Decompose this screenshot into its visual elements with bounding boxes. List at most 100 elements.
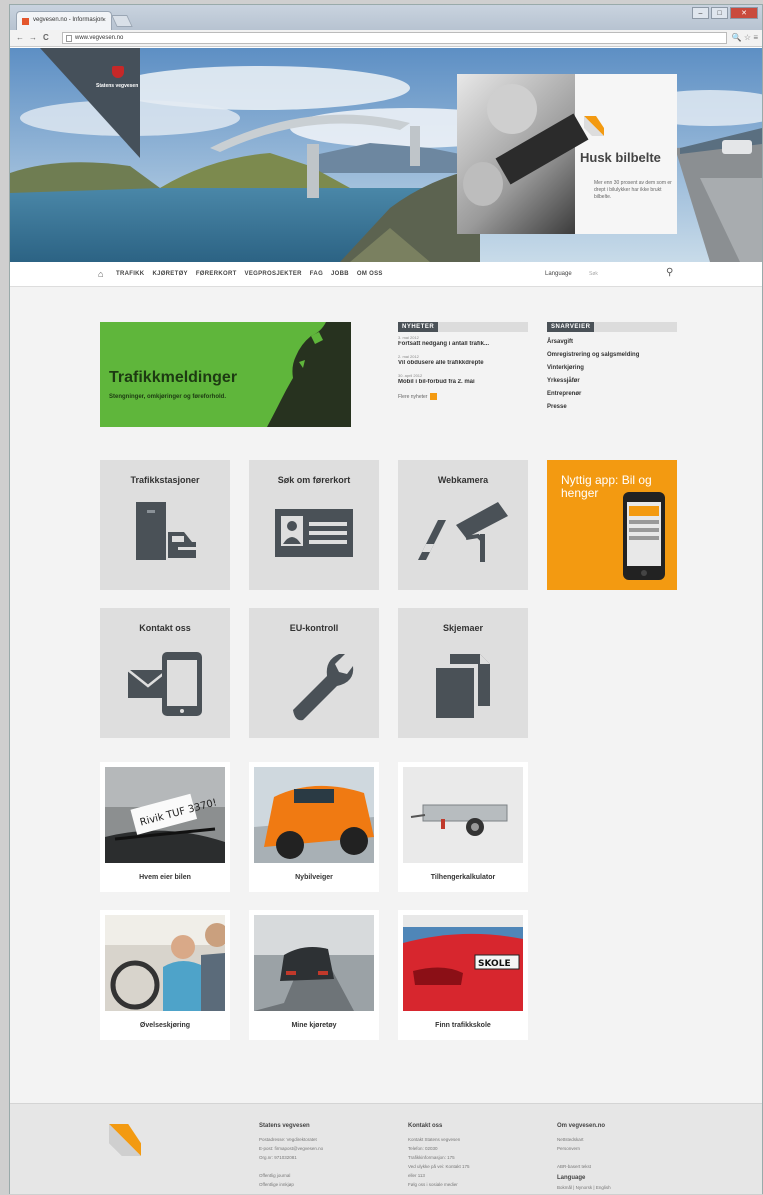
tab-close-icon[interactable]: × bbox=[102, 17, 106, 24]
promo-text: Mer enn 30 prosent av dem som er drept i… bbox=[594, 180, 672, 200]
close-window-button[interactable]: ✕ bbox=[730, 7, 758, 19]
footer-line: Trafikkinformasjon: 175 bbox=[408, 1155, 455, 1160]
footer-line: Postadresse: Vegdirektoratet bbox=[259, 1137, 317, 1142]
tile-label: Finn trafikkskole bbox=[435, 1022, 491, 1029]
news-date: 3. mai 2012 bbox=[398, 335, 419, 340]
browser-tab[interactable]: vegvesen.no - Informasjon × bbox=[16, 11, 112, 30]
photo-tile-tilhenger[interactable]: Tilhengerkalkulator bbox=[398, 762, 528, 892]
news-heading: NYHETER bbox=[398, 322, 528, 332]
photo-tile-nybilveiger[interactable]: Nybilveiger bbox=[249, 762, 379, 892]
search-input[interactable]: Søk bbox=[585, 268, 675, 281]
language-links[interactable]: Bokmål | Nynorsk | English bbox=[557, 1183, 697, 1192]
suv-photo bbox=[254, 767, 374, 863]
news-link[interactable]: Mobil i bil-forbud fra 2. mai bbox=[398, 379, 528, 385]
tile-trafikkstasjoner[interactable]: Trafikkstasjoner bbox=[100, 460, 230, 590]
back-icon[interactable]: ← bbox=[16, 33, 24, 42]
arrow-icon bbox=[430, 393, 438, 400]
new-tab-button[interactable] bbox=[111, 15, 133, 27]
address-bar-icons[interactable]: 🔍 ☆ ≡ bbox=[732, 33, 758, 42]
tile-label: EU-kontroll bbox=[289, 623, 339, 633]
tile-kontakt-oss[interactable]: Kontakt oss bbox=[100, 608, 230, 738]
forward-icon[interactable]: → bbox=[29, 33, 37, 42]
photo-tile-mine-kjoretoy[interactable]: Mine kjøretøy bbox=[249, 910, 379, 1040]
footer-line: Telefon: 02030 bbox=[408, 1146, 438, 1151]
news-link[interactable]: Vil obdusere alle trafikkdrepte bbox=[398, 360, 528, 366]
browser-window: vegvesen.no - Informasjon × – □ ✕ ← → C … bbox=[9, 4, 763, 1194]
tab-strip: vegvesen.no - Informasjon × – □ ✕ bbox=[10, 5, 762, 30]
footer-link[interactable]: Offentlig journal bbox=[259, 1171, 399, 1180]
nav-item-vegprosjekter[interactable]: VEGPROSJEKTER bbox=[245, 271, 302, 277]
seatbelt-promo[interactable]: Husk bilbelte Mer enn 30 prosent av dem … bbox=[457, 74, 677, 234]
shortcut-link[interactable]: Presse bbox=[547, 404, 677, 410]
logo-crest-icon bbox=[112, 66, 124, 78]
brand-chevron-icon bbox=[584, 116, 604, 136]
home-icon[interactable]: ⌂ bbox=[98, 269, 103, 279]
nav-item-kjoretoy[interactable]: KJØRETØY bbox=[152, 271, 187, 277]
minimize-button[interactable]: – bbox=[692, 7, 709, 19]
license-card-icon bbox=[275, 509, 353, 557]
shortcut-link[interactable]: Entreprenør bbox=[547, 391, 677, 397]
search-icon[interactable]: ⚲ bbox=[666, 267, 673, 278]
tile-skjemaer[interactable]: Skjemaer bbox=[398, 608, 528, 738]
site-logo[interactable]: Statens vegvesen bbox=[96, 83, 138, 89]
main-nav: ⌂ TRAFIKK KJØRETØY FØRERKORT VEGPROSJEKT… bbox=[10, 262, 762, 287]
language-selector[interactable]: Language bbox=[545, 271, 572, 277]
footer-language-heading: Language bbox=[557, 1175, 586, 1181]
footer-col-statens: Statens vegvesen Postadresse: Vegdirekto… bbox=[259, 1122, 399, 1189]
tile-webkamera[interactable]: Webkamera bbox=[398, 460, 528, 590]
footer-heading: Kontakt oss bbox=[408, 1123, 443, 1129]
reload-icon[interactable]: C bbox=[43, 33, 49, 42]
app-promo-tile[interactable]: Nyttig app: Bil og henger bbox=[547, 460, 677, 590]
more-news-link[interactable]: Flere nyheter bbox=[398, 393, 528, 400]
tile-label: Skjemaer bbox=[442, 623, 484, 633]
shortcut-link[interactable]: Årsavgift bbox=[547, 339, 677, 345]
nav-item-trafikk[interactable]: TRAFIKK bbox=[116, 271, 144, 277]
window-controls: – □ ✕ bbox=[692, 7, 758, 19]
nav-item-jobb[interactable]: JOBB bbox=[331, 271, 349, 277]
trailer-photo bbox=[403, 767, 523, 863]
nav-item-fag[interactable]: FAG bbox=[310, 271, 323, 277]
trafikk-title: Trafikkmeldinger bbox=[109, 369, 238, 386]
page-content: Statens vegvesen Husk bilbelte Mer enn 3… bbox=[10, 48, 762, 1194]
footer-link[interactable]: Følg oss i sosiale medier bbox=[408, 1180, 548, 1189]
school-car-photo: SKOLE bbox=[403, 915, 523, 1011]
shortcut-link[interactable]: Vinterkjøring bbox=[547, 365, 677, 371]
tile-label: Tilhengerkalkulator bbox=[430, 874, 496, 881]
news-section: NYHETER 3. mai 2012 Fortsatt nedgang i a… bbox=[398, 322, 528, 400]
photo-tile-hvem-eier[interactable]: Rivik TUF 3370! Hvem eier bilen bbox=[100, 762, 230, 892]
photo-tile-trafikkskole[interactable]: SKOLE Finn trafikkskole bbox=[398, 910, 528, 1040]
footer-line: Org.nr: 971032081 bbox=[259, 1155, 297, 1160]
tile-label: Trafikkstasjoner bbox=[130, 475, 200, 485]
documents-icon bbox=[436, 654, 490, 718]
footer-link[interactable]: Nettstedskart bbox=[557, 1135, 697, 1144]
footer-line bbox=[557, 1153, 697, 1162]
hero-banner: Statens vegvesen Husk bilbelte Mer enn 3… bbox=[10, 48, 762, 262]
shortcut-link[interactable]: Yrkessjåfør bbox=[547, 378, 677, 384]
tile-eu-kontroll[interactable]: EU-kontroll bbox=[249, 608, 379, 738]
maximize-button[interactable]: □ bbox=[711, 7, 728, 19]
footer-logo-icon bbox=[109, 1124, 141, 1156]
news-link[interactable]: Fortsatt nedgang i antall trafik... bbox=[398, 341, 528, 347]
driving-lesson-photo bbox=[105, 915, 225, 1011]
footer-line[interactable]: E-post: firmapost@vegvesen.no bbox=[259, 1144, 399, 1153]
shortcut-link[interactable]: Omregistrering og salgsmelding bbox=[547, 352, 677, 358]
footer-link[interactable]: ABR-basert tekst bbox=[557, 1162, 697, 1171]
footer-heading: Om vegvesen.no bbox=[557, 1123, 606, 1129]
footer-link[interactable]: Offentlige innkjøp bbox=[259, 1180, 399, 1189]
nav-item-om-oss[interactable]: OM OSS bbox=[357, 271, 383, 277]
tile-label: Mine kjøretøy bbox=[291, 1022, 337, 1029]
trafikkmeldinger-banner[interactable]: Trafikkmeldinger Stengninger, omkjøringe… bbox=[100, 322, 351, 427]
footer-line[interactable]: Kontakt Statens vegvesen bbox=[408, 1135, 548, 1144]
footer-link[interactable]: Personvern bbox=[557, 1144, 697, 1153]
photo-tile-ovelseskjoring[interactable]: Øvelseskjøring bbox=[100, 910, 230, 1040]
camera-icon bbox=[418, 502, 508, 562]
nav-items: TRAFIKK KJØRETØY FØRERKORT VEGPROSJEKTER… bbox=[116, 271, 383, 277]
tile-sok-forerkort[interactable]: Søk om førerkort bbox=[249, 460, 379, 590]
phone-icon bbox=[623, 492, 665, 580]
url-input[interactable]: www.vegvesen.no bbox=[62, 32, 727, 44]
favicon-icon bbox=[22, 18, 29, 25]
footer: Statens vegvesen Postadresse: Vegdirekto… bbox=[10, 1103, 762, 1194]
footer-line: eller 113 bbox=[408, 1173, 425, 1178]
nav-item-forerkort[interactable]: FØRERKORT bbox=[196, 271, 237, 277]
tile-label: Øvelseskjøring bbox=[139, 1022, 191, 1029]
